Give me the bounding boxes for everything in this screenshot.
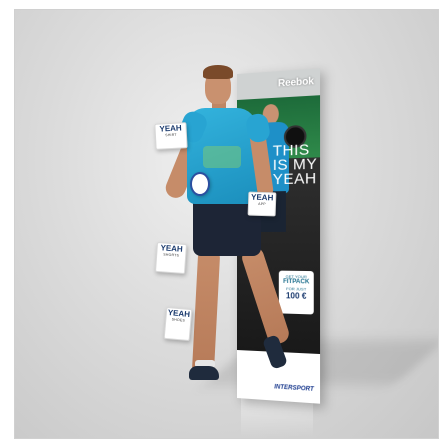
tag-shoes: YEAH SHOES [163, 306, 193, 342]
retailer-part-2: SPORT [292, 385, 314, 393]
product-display-scene: Reebok THIS IS MY YEAH GET YOUR FITPACK … [14, 9, 439, 439]
athlete-hair [203, 65, 233, 79]
athlete-cutout [155, 60, 295, 390]
athlete-left-shoe [189, 366, 219, 380]
tag-app: YEAH APP [247, 191, 277, 217]
tag-app-subtitle: APP [258, 201, 266, 207]
athlete-right-leg [239, 244, 292, 347]
athlete-left-leg [191, 247, 221, 379]
tag-app-title: YEAH [250, 192, 274, 203]
shirt-print [203, 146, 241, 168]
tag-shirt: YEAH SHIRT [154, 122, 188, 150]
circle-badge-icon [190, 172, 210, 196]
tag-shorts: YEAH SHORTS [154, 241, 188, 275]
